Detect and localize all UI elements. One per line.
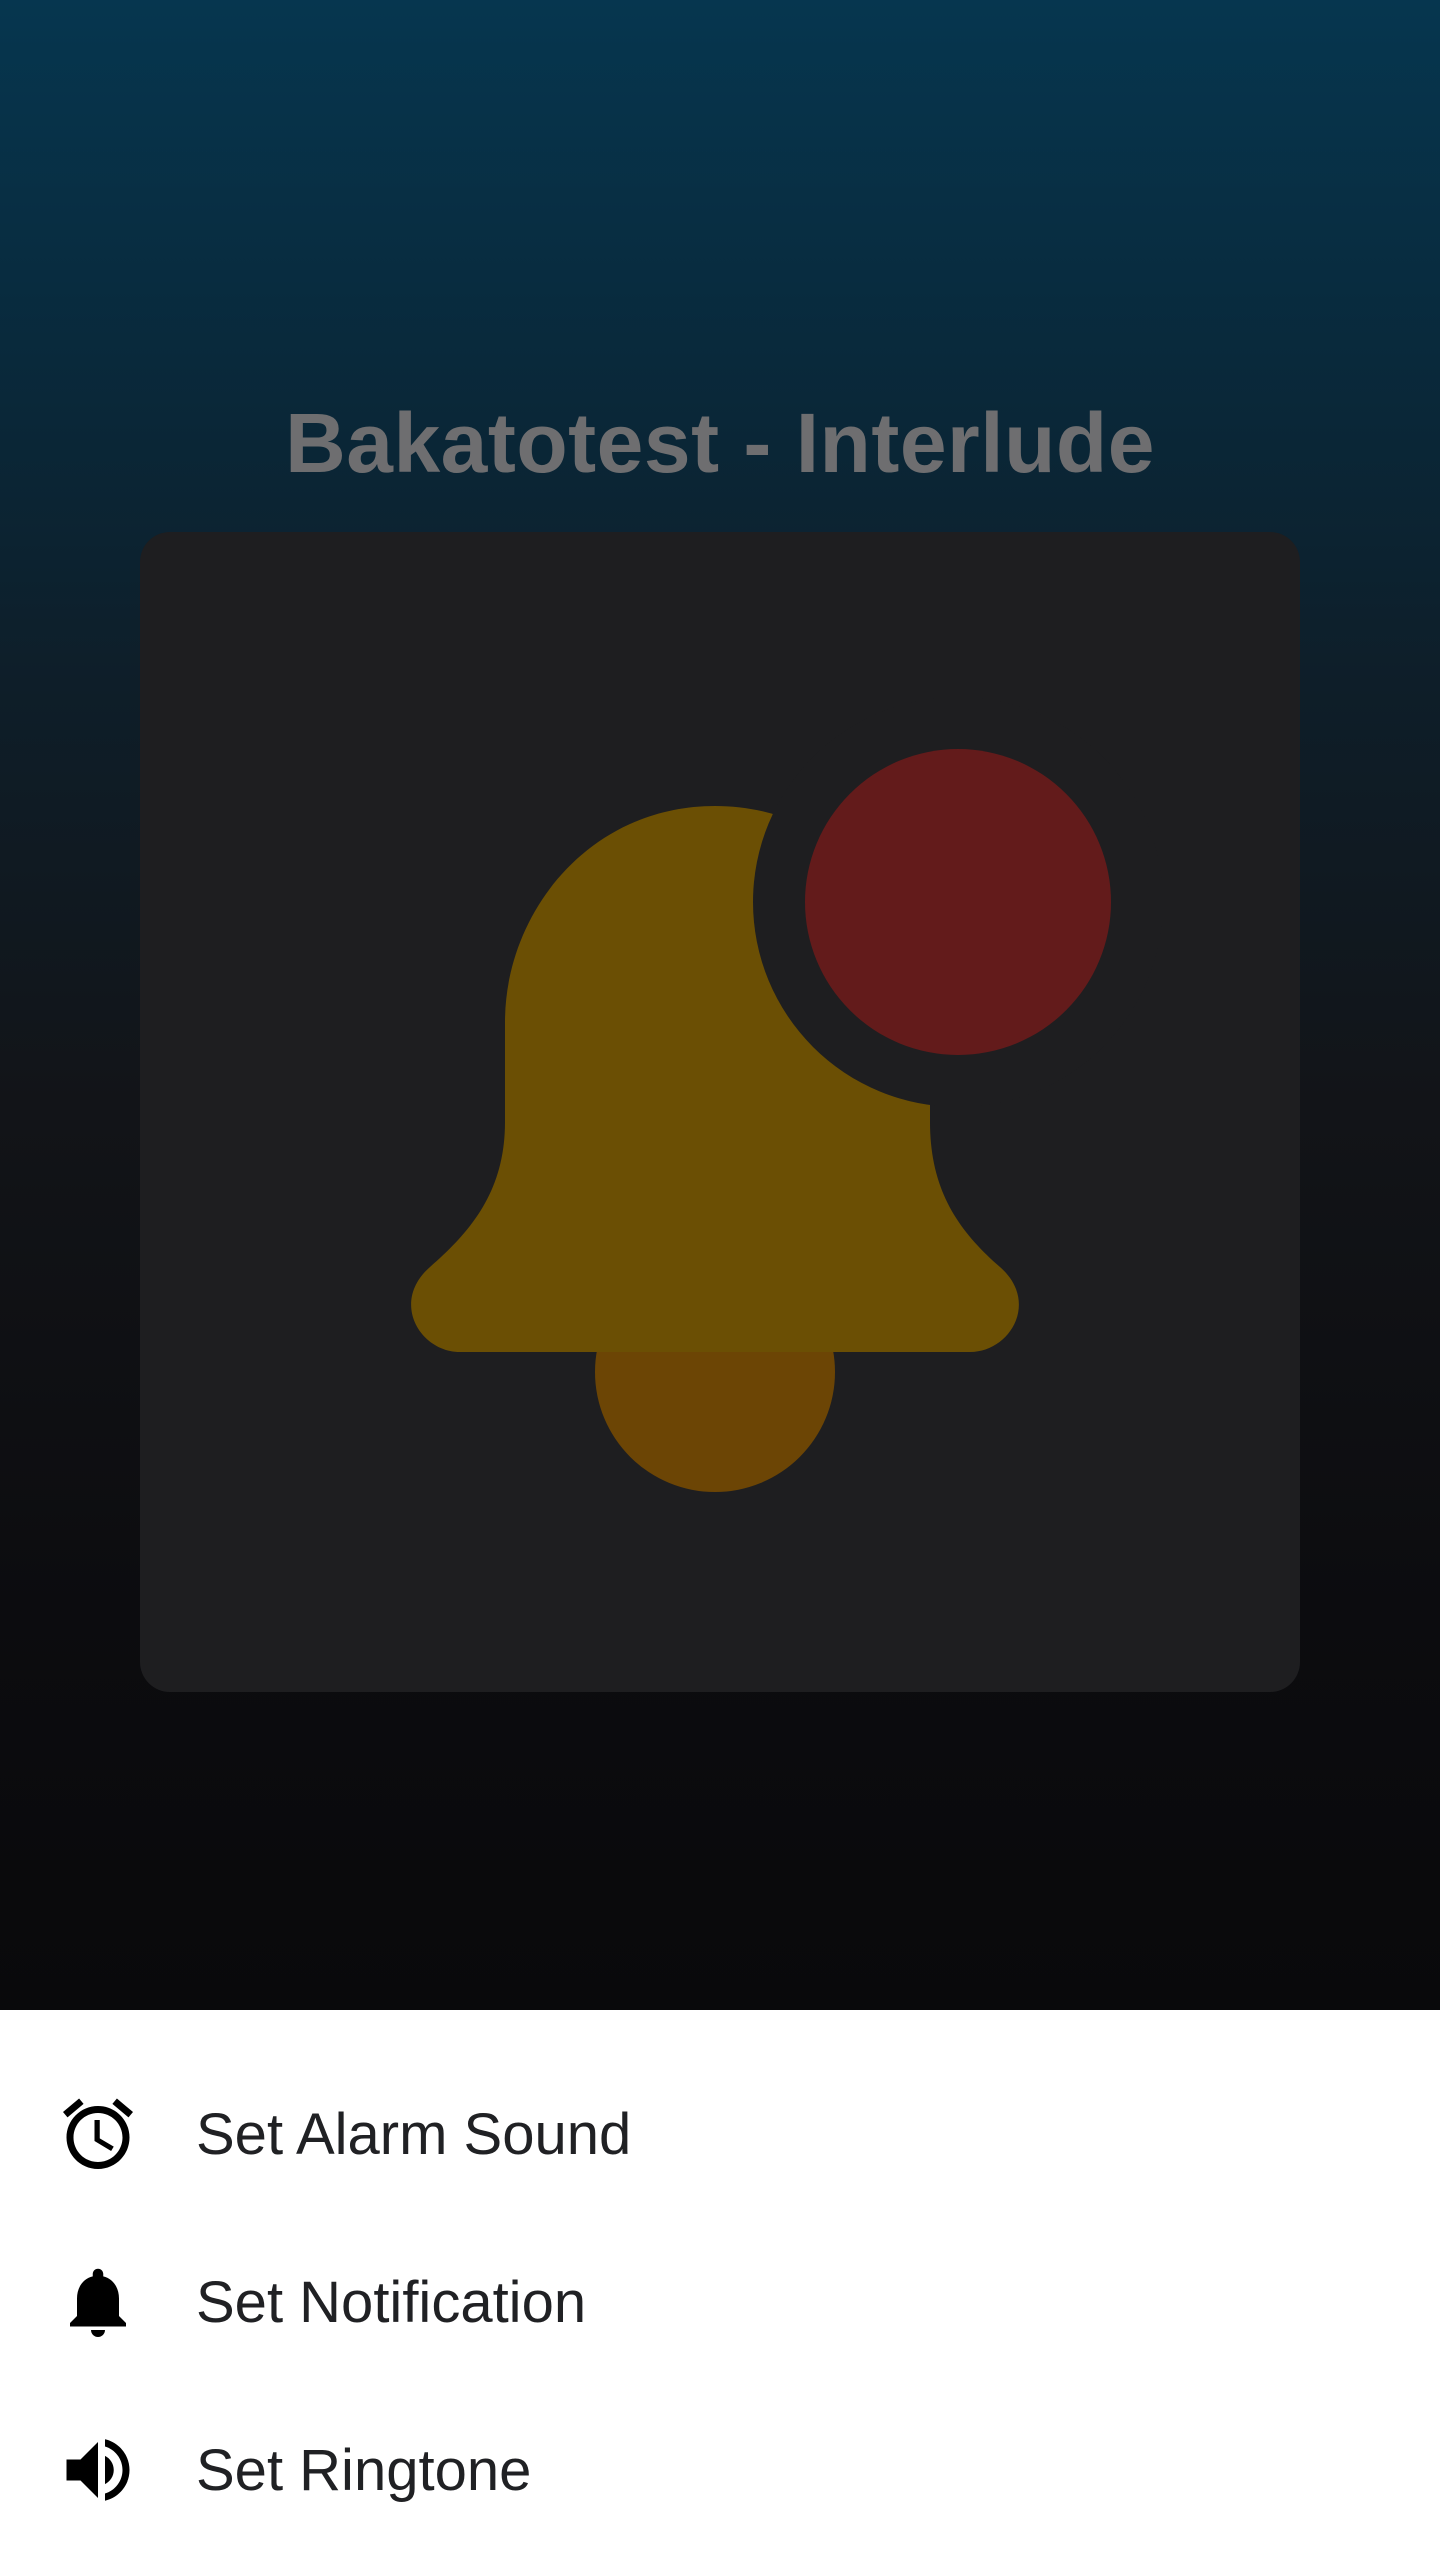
speaker-icon [56, 2428, 140, 2512]
set-ringtone-label: Set Ringtone [196, 2437, 532, 2503]
alarm-clock-icon [56, 2092, 140, 2176]
action-bottom-sheet: Set Alarm Sound Set Notification Set Rin… [0, 2010, 1440, 2560]
set-alarm-sound-label: Set Alarm Sound [196, 2101, 632, 2167]
set-alarm-sound-item[interactable]: Set Alarm Sound [0, 2050, 1440, 2218]
set-notification-label: Set Notification [196, 2269, 587, 2335]
bell-notification-artwork-icon [411, 697, 1163, 1492]
set-notification-item[interactable]: Set Notification [0, 2218, 1440, 2386]
set-ringtone-item[interactable]: Set Ringtone [0, 2386, 1440, 2554]
artwork-card [140, 532, 1300, 1692]
bell-icon [56, 2260, 140, 2344]
sound-title: Bakatotest - Interlude [285, 396, 1155, 490]
player-background: Bakatotest - Interlude [0, 0, 1440, 2010]
